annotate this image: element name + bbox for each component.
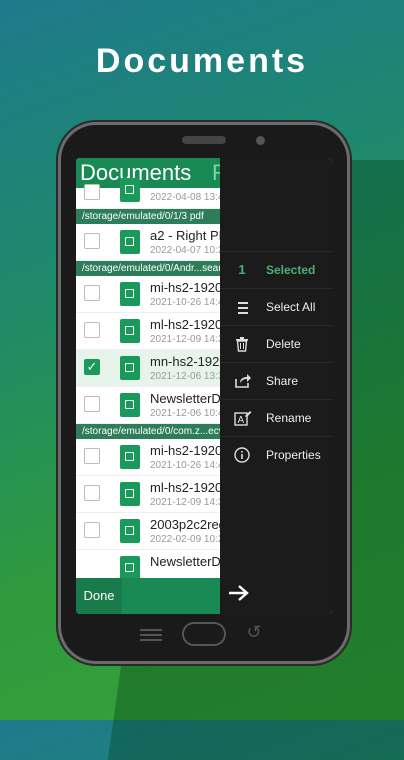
file-icon bbox=[120, 319, 140, 343]
file-date: 2022-04-07 10:2 bbox=[150, 245, 224, 256]
context-menu-panel: 1 Selected Select All Delete Share A Ren… bbox=[220, 158, 332, 614]
file-name: ml-hs2-1920 bbox=[150, 480, 223, 495]
row-checkbox-checked[interactable]: ✓ bbox=[84, 359, 100, 375]
file-date: 2021-12-06 13:3 bbox=[150, 371, 224, 382]
row-checkbox[interactable] bbox=[84, 522, 100, 538]
menu-item-label: Share bbox=[266, 374, 299, 388]
menu-item-properties[interactable]: Properties bbox=[220, 436, 332, 473]
file-icon bbox=[120, 482, 140, 506]
menu-item-label: Delete bbox=[266, 337, 301, 351]
menu-item-share[interactable]: Share bbox=[220, 362, 332, 399]
selected-count-header: 1 Selected bbox=[220, 251, 332, 288]
menu-item-label: Rename bbox=[266, 411, 312, 425]
info-icon bbox=[234, 447, 250, 463]
context-menu: 1 Selected Select All Delete Share A Ren… bbox=[220, 251, 332, 473]
row-checkbox[interactable] bbox=[84, 448, 100, 464]
file-date: 2021-12-09 14:3 bbox=[150, 334, 224, 345]
phone-screen: Documents F 2022-04-08 13:4 /storage/emu… bbox=[76, 158, 332, 614]
file-name: NewsletterD bbox=[150, 554, 221, 569]
file-icon bbox=[120, 230, 140, 254]
phone-camera bbox=[256, 136, 265, 145]
promo-title: Documents bbox=[95, 42, 309, 80]
file-name: mi-hs2-1920 bbox=[150, 443, 223, 458]
file-icon bbox=[120, 178, 140, 202]
selected-count: 1 bbox=[238, 262, 246, 277]
file-date: 2021-10-26 14:4 bbox=[150, 297, 224, 308]
file-date: 2022-04-08 13:4 bbox=[150, 192, 224, 203]
row-checkbox[interactable] bbox=[84, 485, 100, 501]
file-name: mi-hs2-1920 bbox=[150, 280, 223, 295]
file-name: 2003p2c2reg bbox=[150, 517, 226, 532]
done-button[interactable]: Done bbox=[76, 578, 122, 614]
share-icon bbox=[234, 373, 251, 389]
file-icon bbox=[120, 356, 140, 380]
row-checkbox[interactable] bbox=[84, 184, 100, 200]
selected-label: Selected bbox=[266, 263, 316, 277]
file-icon bbox=[120, 519, 140, 543]
menu-item-rename[interactable]: A Rename bbox=[220, 399, 332, 436]
file-date: 2021-10-26 14:4 bbox=[150, 460, 224, 471]
file-name: NewsletterD bbox=[150, 391, 221, 406]
menu-item-select-all[interactable]: Select All bbox=[220, 288, 332, 325]
back-icon[interactable]: ↺ bbox=[244, 622, 264, 642]
recent-apps-icon[interactable] bbox=[140, 626, 162, 642]
file-name: mn-hs2-1920 bbox=[150, 354, 227, 369]
home-button[interactable] bbox=[182, 622, 226, 646]
phone-frame: Documents F 2022-04-08 13:4 /storage/emu… bbox=[58, 122, 350, 664]
menu-item-delete[interactable]: Delete bbox=[220, 325, 332, 362]
menu-item-label: Select All bbox=[266, 300, 316, 314]
file-date: 2021-12-09 14:3 bbox=[150, 497, 224, 508]
rename-icon: A bbox=[234, 410, 252, 426]
row-checkbox[interactable] bbox=[84, 396, 100, 412]
svg-text:A: A bbox=[238, 415, 245, 426]
arrow-right-icon[interactable] bbox=[228, 582, 250, 608]
row-checkbox[interactable] bbox=[84, 233, 100, 249]
row-checkbox[interactable] bbox=[84, 322, 100, 338]
file-icon bbox=[120, 393, 140, 417]
phone-speaker bbox=[182, 136, 226, 144]
file-name: ml-hs2-1920 bbox=[150, 317, 223, 332]
trash-icon bbox=[234, 336, 250, 352]
file-date: 2022-02-09 10:2 bbox=[150, 534, 224, 545]
file-icon bbox=[120, 445, 140, 469]
select-all-icon bbox=[234, 299, 250, 315]
file-icon bbox=[120, 282, 140, 306]
menu-item-label: Properties bbox=[266, 448, 321, 462]
file-icon bbox=[120, 556, 140, 580]
row-checkbox[interactable] bbox=[84, 285, 100, 301]
file-date: 2021-12-06 10:4 bbox=[150, 408, 224, 419]
